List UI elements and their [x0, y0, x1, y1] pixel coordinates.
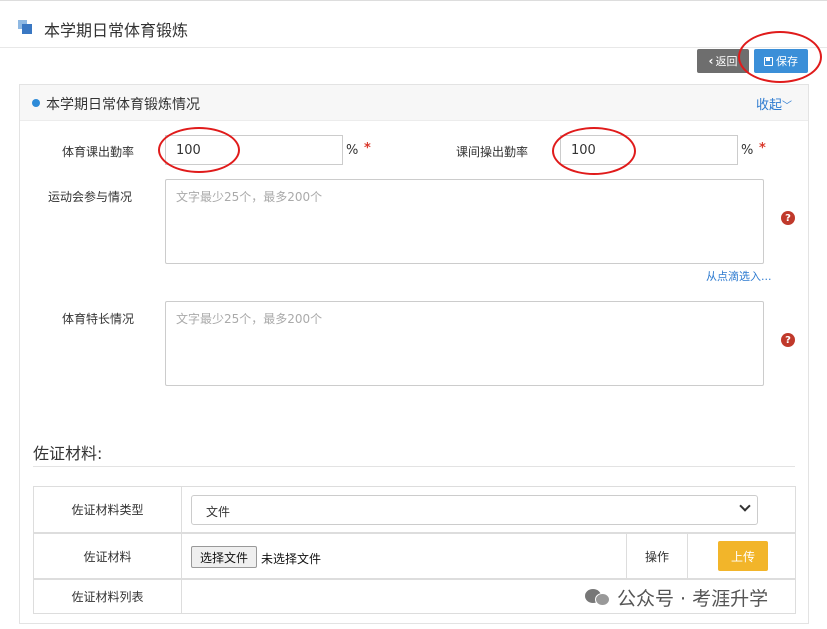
pe-attendance-label: 体育课出勤率 — [62, 145, 135, 159]
table-row: 佐证材料类型 文件 — [33, 486, 796, 533]
page-title-icon — [18, 20, 32, 34]
pick-from-records-link[interactable]: 从点滴选入... — [706, 268, 772, 284]
evidence-list-label: 佐证材料列表 — [34, 580, 182, 613]
sports-meet-textarea[interactable]: 文字最少25个，最多200个 — [165, 179, 764, 264]
no-file-text: 未选择文件 — [261, 552, 322, 566]
watermark-text: 公众号 · 考涯升学 — [617, 587, 769, 610]
exercise-attendance-unit: % — [741, 143, 754, 158]
annotation-circle-save — [738, 31, 822, 83]
page-header: 本学期日常体育锻炼 — [0, 0, 827, 48]
panel-header: 本学期日常体育锻炼情况 收起﹀ — [20, 85, 808, 121]
section-divider — [33, 466, 795, 467]
watermark: 公众号 · 考涯升学 — [585, 585, 769, 610]
table-row: 佐证材料 选择文件 未选择文件 操作 上传 — [33, 533, 796, 579]
sports-talent-label: 体育特长情况 — [62, 312, 135, 326]
chevron-down-icon: ﹀ — [782, 101, 793, 112]
exercise-attendance-label: 课间操出勤率 — [456, 145, 529, 159]
sports-meet-label: 运动会参与情况 — [48, 190, 133, 204]
help-icon[interactable]: ? — [781, 333, 795, 347]
evidence-type-value: 文件 — [206, 505, 231, 519]
pe-attendance-unit: % — [346, 143, 359, 158]
choose-file-button[interactable]: 选择文件 — [191, 546, 257, 568]
collapse-toggle[interactable]: 收起﹀ — [756, 94, 792, 113]
annotation-circle-pe — [158, 127, 240, 173]
panel-title: 本学期日常体育锻炼情况 — [46, 97, 200, 113]
bullet-icon — [32, 99, 40, 107]
help-icon[interactable]: ? — [781, 211, 795, 225]
page-title: 本学期日常体育锻炼 — [44, 21, 189, 40]
sports-talent-textarea[interactable]: 文字最少25个，最多200个 — [165, 301, 764, 386]
wechat-icon — [585, 587, 611, 607]
annotation-circle-exercise — [552, 127, 636, 175]
evidence-material-label: 佐证材料 — [34, 534, 182, 578]
operation-label: 操作 — [626, 534, 688, 578]
top-divider — [0, 0, 827, 1]
evidence-type-label: 佐证材料类型 — [34, 487, 182, 532]
chevron-down-icon — [739, 500, 751, 512]
evidence-section-title: 佐证材料: — [33, 444, 103, 463]
evidence-type-select[interactable]: 文件 — [191, 495, 758, 525]
exercise-attendance-required: * — [759, 141, 766, 156]
collapse-label: 收起 — [756, 98, 783, 113]
upload-button[interactable]: 上传 — [718, 541, 768, 571]
back-button-label: 返回 — [715, 55, 738, 68]
pe-attendance-required: * — [364, 141, 371, 156]
chevron-left-icon: ‹ — [708, 54, 714, 68]
